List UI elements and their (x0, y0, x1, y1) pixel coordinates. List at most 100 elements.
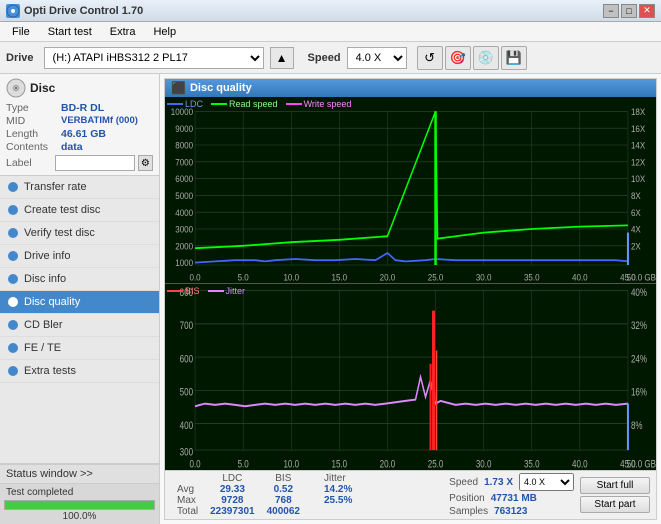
maximize-button[interactable]: □ (621, 4, 637, 18)
start-part-button[interactable]: Start part (580, 496, 650, 513)
sidebar-item-extra-tests[interactable]: Extra tests (0, 360, 159, 383)
sidebar-item-dot (8, 366, 18, 376)
svg-text:7000: 7000 (175, 157, 193, 168)
svg-text:35.0: 35.0 (524, 457, 540, 469)
bottom-chart-svg: 800 700 600 500 400 300 40% 32% 24% 16% … (165, 284, 656, 470)
save-icon[interactable]: 💾 (501, 46, 527, 70)
settings-icon[interactable]: 🎯 (445, 46, 471, 70)
sidebar-item-cd-bler[interactable]: CD Bler (0, 314, 159, 337)
sidebar-item-label: Transfer rate (24, 181, 87, 193)
sidebar: Disc Type BD-R DL MID VERBATIMf (000) Le… (0, 74, 160, 524)
status-window-button[interactable]: Status window >> (0, 464, 159, 483)
disc-header: Disc (6, 78, 153, 98)
svg-text:40.0: 40.0 (572, 272, 588, 283)
speed-select[interactable]: 4.0 X (347, 47, 407, 69)
close-button[interactable]: ✕ (639, 4, 655, 18)
menu-bar: File Start test Extra Help (0, 22, 661, 42)
legend-jitter: Jitter (208, 286, 246, 296)
svg-text:700: 700 (180, 319, 193, 331)
svg-text:16%: 16% (631, 385, 648, 397)
sidebar-item-label: Extra tests (24, 365, 76, 377)
sidebar-item-dot (8, 182, 18, 192)
disc-panel-title: Disc (30, 81, 55, 95)
svg-text:25.0: 25.0 (428, 457, 444, 469)
svg-text:16X: 16X (631, 123, 645, 134)
svg-text:400: 400 (180, 419, 193, 431)
sidebar-item-label: Create test disc (24, 204, 100, 216)
bottom-chart-legend: BIS Jitter (167, 286, 245, 296)
sidebar-item-transfer-rate[interactable]: Transfer rate (0, 176, 159, 199)
legend-read-color (211, 103, 227, 105)
sidebar-item-drive-info[interactable]: Drive info (0, 245, 159, 268)
col-jitter: Jitter (318, 473, 358, 484)
progress-bar-outer (4, 500, 155, 510)
svg-text:50.0 GB: 50.0 GB (627, 272, 656, 283)
sidebar-item-dot (8, 228, 18, 238)
svg-text:8%: 8% (631, 419, 643, 431)
svg-text:10.0: 10.0 (283, 457, 299, 469)
svg-text:8000: 8000 (175, 140, 193, 151)
disc-length-row: Length 46.61 GB (6, 128, 153, 140)
position-label: Position (449, 493, 485, 504)
svg-text:50.0 GB: 50.0 GB (627, 457, 656, 469)
status-bar: Test completed 100.0% (0, 484, 159, 524)
svg-text:14X: 14X (631, 140, 645, 151)
legend-bis-color (167, 290, 183, 292)
svg-text:35.0: 35.0 (524, 272, 540, 283)
max-bis: 768 (261, 495, 306, 506)
svg-text:3000: 3000 (175, 224, 193, 235)
start-full-button[interactable]: Start full (580, 477, 650, 494)
disc-icon[interactable]: 💿 (473, 46, 499, 70)
sidebar-item-create-test-disc[interactable]: Create test disc (0, 199, 159, 222)
svg-text:15.0: 15.0 (332, 457, 348, 469)
legend-write-color (286, 103, 302, 105)
max-jitter: 25.5% (318, 495, 358, 506)
refresh-icon[interactable]: ↺ (417, 46, 443, 70)
title-bar-left: Opti Drive Control 1.70 (6, 4, 143, 18)
menu-extra[interactable]: Extra (102, 24, 144, 40)
svg-text:20.0: 20.0 (380, 457, 396, 469)
samples-label: Samples (449, 506, 488, 517)
legend-bis-label: BIS (185, 286, 200, 296)
svg-text:40.0: 40.0 (572, 457, 588, 469)
menu-start-test[interactable]: Start test (40, 24, 100, 40)
svg-text:40%: 40% (631, 286, 648, 298)
disc-label-key: Label (6, 157, 52, 169)
sidebar-item-disc-quality[interactable]: Disc quality (0, 291, 159, 314)
col-bis: BIS (261, 473, 306, 484)
disc-type-key: Type (6, 102, 61, 114)
speed-select[interactable]: 4.0 X (519, 473, 574, 491)
status-text: Test completed (0, 486, 159, 499)
eject-button[interactable]: ▲ (270, 47, 294, 69)
svg-text:12X: 12X (631, 157, 645, 168)
disc-label-button[interactable]: ⚙ (138, 155, 153, 171)
progress-bar-inner (5, 501, 154, 509)
sidebar-item-disc-info[interactable]: Disc info (0, 268, 159, 291)
legend-jitter-color (208, 290, 224, 292)
disc-label-input[interactable] (55, 155, 135, 171)
svg-text:300: 300 (180, 445, 193, 457)
position-row: Position 47731 MB (449, 493, 574, 504)
svg-text:5000: 5000 (175, 190, 193, 201)
position-value: 47731 MB (491, 493, 537, 504)
svg-text:1000: 1000 (175, 258, 193, 269)
svg-text:2000: 2000 (175, 241, 193, 252)
disc-type-row: Type BD-R DL (6, 102, 153, 114)
menu-file[interactable]: File (4, 24, 38, 40)
legend-write-speed: Write speed (286, 99, 352, 109)
toolbar-icons: ↺ 🎯 💿 💾 (417, 46, 527, 70)
charts-container: LDC Read speed Write speed (165, 97, 656, 470)
svg-text:25.0: 25.0 (428, 272, 444, 283)
svg-text:15.0: 15.0 (332, 272, 348, 283)
legend-read-label: Read speed (229, 99, 278, 109)
disc-mid-row: MID VERBATIMf (000) (6, 115, 153, 127)
sidebar-item-fe-te[interactable]: FE / TE (0, 337, 159, 360)
sidebar-item-verify-test-disc[interactable]: Verify test disc (0, 222, 159, 245)
stats-row: LDC BIS Jitter Avg 29.33 0.52 (165, 470, 656, 519)
stats-table: LDC BIS Jitter Avg 29.33 0.52 (171, 473, 443, 517)
minimize-button[interactable]: − (603, 4, 619, 18)
total-label: Total (171, 506, 204, 517)
menu-help[interactable]: Help (145, 24, 184, 40)
drive-select[interactable]: (H:) ATAPI iHBS312 2 PL17 (44, 47, 264, 69)
disc-contents-value: data (61, 141, 83, 153)
